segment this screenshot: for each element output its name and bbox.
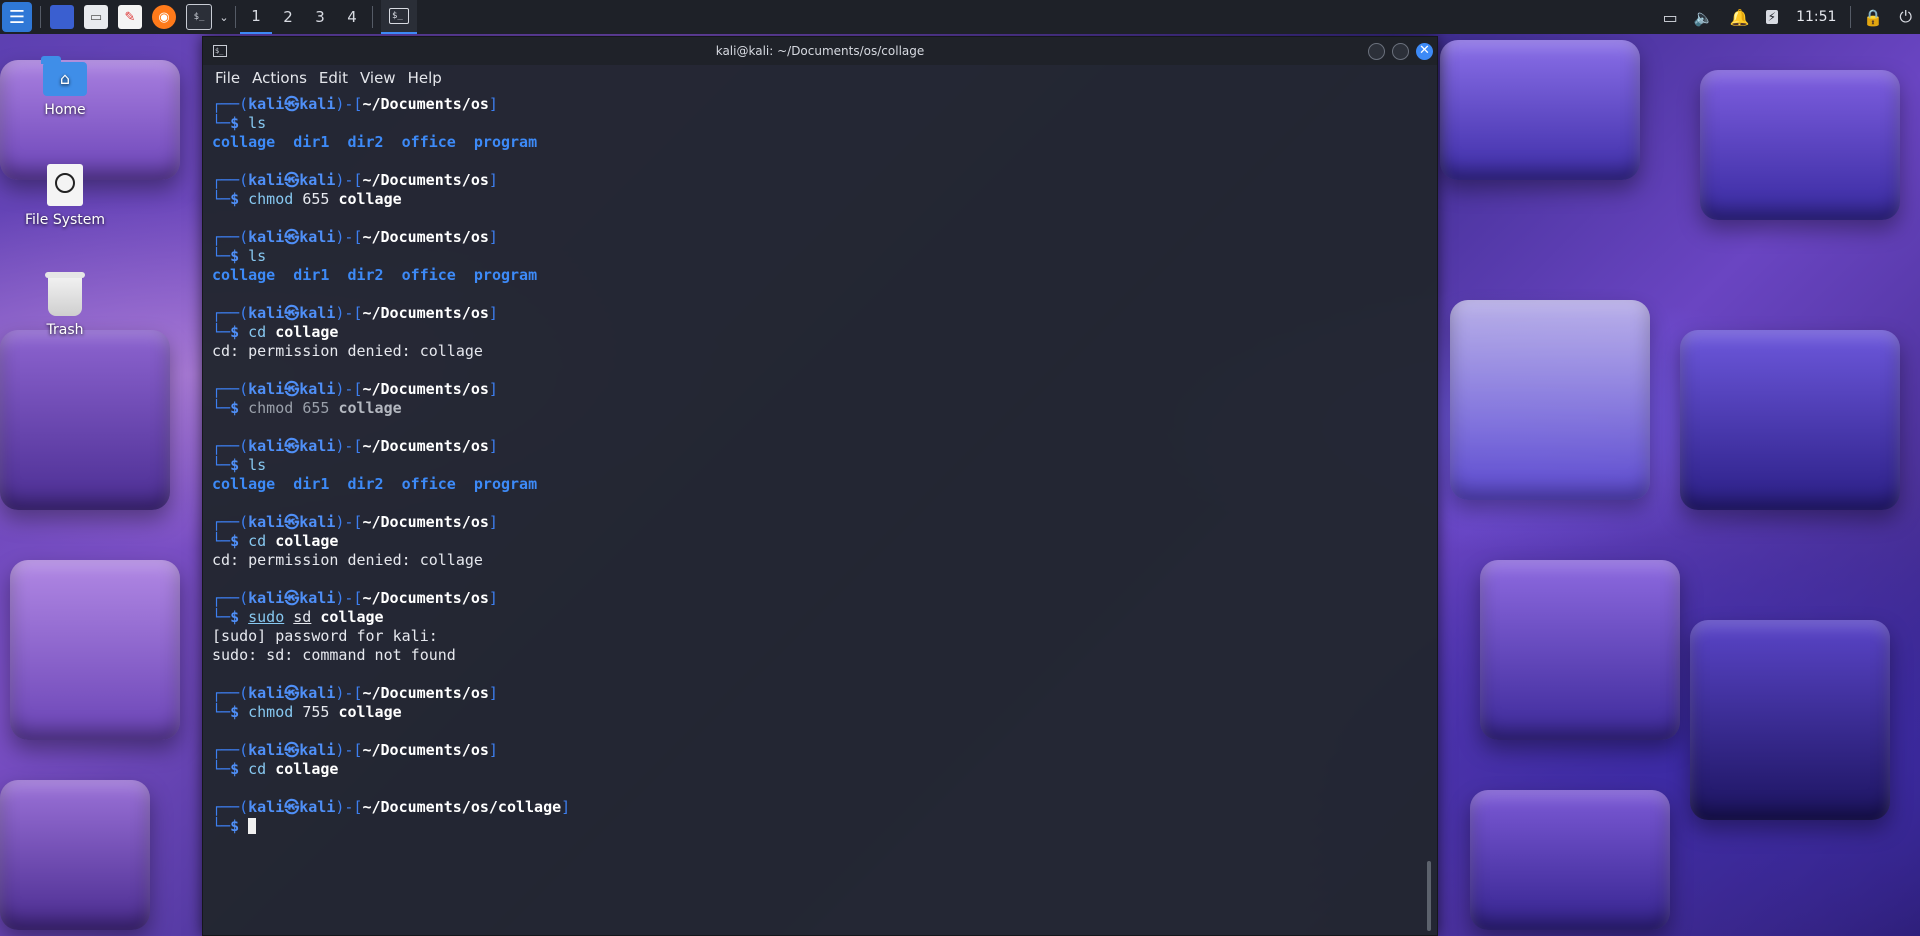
panel-separator: [235, 6, 236, 28]
terminal-icon: $_: [389, 8, 409, 24]
command-line: └─$ sudo sd collage: [212, 608, 384, 626]
window-title: kali@kali: ~/Documents/os/collage: [715, 44, 925, 58]
text-editor-icon[interactable]: ✎: [118, 5, 142, 29]
prompt-line: ┌──(kali㉿kali)-[~/Documents/os]: [212, 228, 498, 246]
prompt-line: ┌──(kali㉿kali)-[~/Documents/os]: [212, 95, 498, 113]
workspace-1[interactable]: 1: [240, 0, 272, 34]
drive-icon: [47, 164, 83, 206]
command-line: └─$ chmod 755 collage: [212, 703, 402, 721]
maximize-button[interactable]: [1392, 43, 1409, 60]
battery-icon[interactable]: ⚡: [1765, 10, 1779, 24]
text-cursor: [248, 818, 257, 834]
prompt-line: ┌──(kali㉿kali)-[~/Documents/os]: [212, 171, 498, 189]
desktop-icon-file-system[interactable]: File System: [14, 164, 116, 228]
prompt-line: ┌──(kali㉿kali)-[~/Documents/os]: [212, 437, 498, 455]
prompt-line: ┌──(kali㉿kali)-[~/Documents/os]: [212, 304, 498, 322]
home-folder-icon: ⌂: [41, 56, 87, 96]
error-output: cd: permission denied: collage: [212, 342, 483, 360]
file-manager-icon[interactable]: ▭: [84, 5, 108, 29]
notification-icon[interactable]: 🔔: [1730, 8, 1750, 27]
minimize-button[interactable]: [1368, 43, 1385, 60]
prompt-line: ┌──(kali㉿kali)-[~/Documents/os/collage]: [212, 798, 571, 816]
volume-icon[interactable]: 🔈: [1694, 8, 1714, 27]
workspace-3[interactable]: 3: [304, 0, 336, 34]
trash-icon: [45, 272, 85, 316]
command-line: └─$ cd collage: [212, 532, 339, 550]
show-desktop-icon[interactable]: [50, 5, 74, 29]
prompt-line: ┌──(kali㉿kali)-[~/Documents/os]: [212, 684, 498, 702]
prompt-line: ┌──(kali㉿kali)-[~/Documents/os]: [212, 741, 498, 759]
ls-output: collage dir1 dir2 office program: [212, 266, 538, 284]
workspace-2[interactable]: 2: [272, 0, 304, 34]
kali-menu-icon[interactable]: ☰: [2, 2, 32, 32]
desktop-icon-trash[interactable]: Trash: [14, 272, 116, 338]
taskbar-terminal-button[interactable]: $_: [381, 0, 417, 34]
system-tray: ▭ 🔈 🔔 ⚡ 11:51 🔒 ⏻: [1655, 0, 1920, 34]
prompt-line: ┌──(kali㉿kali)-[~/Documents/os]: [212, 513, 498, 531]
command-line: └─$ chmod 655 collage: [212, 190, 402, 208]
menu-bar: File Actions Edit View Help: [203, 65, 1437, 91]
desktop-icon-label: Home: [44, 102, 86, 118]
menu-help[interactable]: Help: [408, 69, 442, 87]
error-output: sudo: sd: command not found: [212, 646, 456, 664]
menu-actions[interactable]: Actions: [252, 69, 307, 87]
ls-output: collage dir1 dir2 office program: [212, 133, 538, 151]
firefox-icon[interactable]: ◉: [152, 5, 176, 29]
ls-output: collage dir1 dir2 office program: [212, 475, 538, 493]
error-output: cd: permission denied: collage: [212, 551, 483, 569]
terminal-icon[interactable]: $_: [186, 4, 212, 30]
command-line: └─$ chmod 655 collage: [212, 399, 402, 417]
clock[interactable]: 11:51: [1796, 9, 1836, 25]
close-button[interactable]: ✕: [1416, 43, 1433, 60]
workspace-4[interactable]: 4: [336, 0, 368, 34]
menu-file[interactable]: File: [215, 69, 240, 87]
scrollbar-thumb[interactable]: [1427, 861, 1431, 931]
scrollbar[interactable]: [1425, 91, 1433, 935]
power-icon[interactable]: ⏻: [1899, 7, 1912, 27]
command-line: └─$ ls: [212, 114, 267, 132]
desktop-icon-label: File System: [24, 212, 106, 228]
command-line: └─$ cd collage: [212, 323, 339, 341]
display-icon[interactable]: ▭: [1663, 8, 1678, 27]
lock-icon[interactable]: 🔒: [1863, 8, 1883, 27]
command-line: └─$ cd collage: [212, 760, 339, 778]
desktop-icon-label: Trash: [46, 322, 84, 338]
command-line: └─$ ls: [212, 456, 267, 474]
sudo-output: [sudo] password for kali:: [212, 627, 438, 645]
top-panel: ☰ ▭ ✎ ◉ $_ ⌄ 1 2 3 4 $_ ▭ 🔈 🔔 ⚡ 11:51 🔒 …: [0, 0, 1920, 34]
panel-separator: [40, 6, 41, 28]
command-line: └─$ ls: [212, 247, 267, 265]
menu-edit[interactable]: Edit: [319, 69, 348, 87]
menu-view[interactable]: View: [360, 69, 396, 87]
desktop-icon-home[interactable]: ⌂ Home: [14, 56, 116, 118]
panel-separator: [1850, 6, 1852, 28]
window-titlebar[interactable]: $_ kali@kali: ~/Documents/os/collage ✕: [203, 37, 1437, 65]
terminal-window: $_ kali@kali: ~/Documents/os/collage ✕ F…: [202, 36, 1438, 936]
terminal-output[interactable]: ┌──(kali㉿kali)-[~/Documents/os] └─$ ls c…: [203, 91, 1423, 935]
prompt-line: ┌──(kali㉿kali)-[~/Documents/os]: [212, 380, 498, 398]
panel-separator: [372, 6, 373, 28]
command-input-line[interactable]: └─$: [212, 817, 1423, 836]
chevron-down-icon[interactable]: ⌄: [217, 0, 231, 34]
prompt-line: ┌──(kali㉿kali)-[~/Documents/os]: [212, 589, 498, 607]
